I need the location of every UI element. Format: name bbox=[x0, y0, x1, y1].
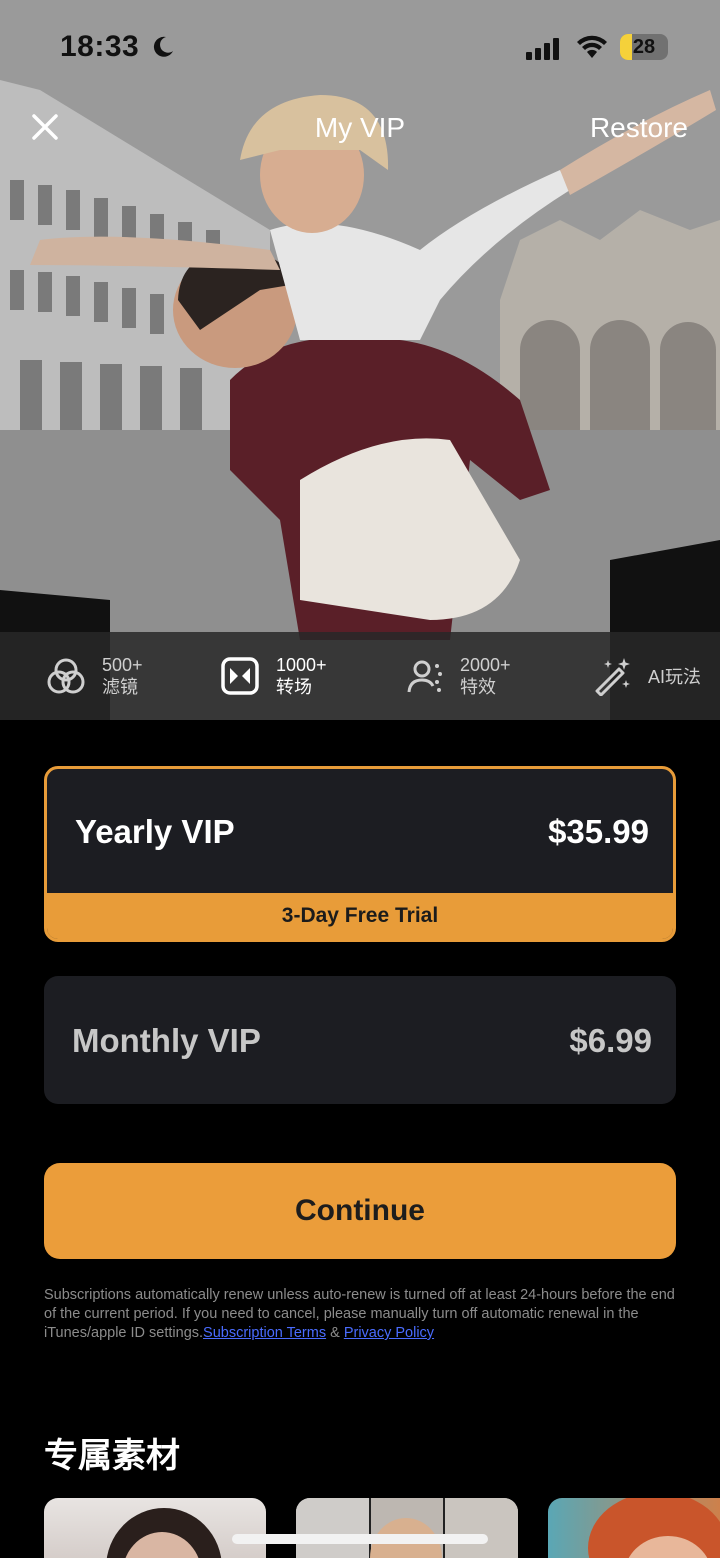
feature-count: 500+ bbox=[102, 655, 143, 675]
monthly-plan-card[interactable]: Monthly VIP $6.99 bbox=[44, 976, 676, 1104]
features-strip: 500+ 滤镜 1000+ 转场 2000+ 特效 AI玩法 bbox=[0, 632, 720, 720]
legal-ampersand: & bbox=[326, 1325, 344, 1341]
feature-label: 滤镜 bbox=[102, 677, 138, 697]
plan-name: Yearly VIP bbox=[75, 813, 235, 850]
yearly-plan-card[interactable]: Yearly VIP $35.99 3-Day Free Trial bbox=[44, 766, 676, 942]
restore-button[interactable]: Restore bbox=[590, 112, 688, 144]
plan-price: $35.99 bbox=[548, 813, 649, 850]
feature-filters: 500+ 滤镜 bbox=[46, 632, 143, 720]
thumbnail-image bbox=[106, 1508, 222, 1558]
feature-label: 转场 bbox=[276, 677, 312, 697]
section-title: 专属素材 bbox=[44, 1437, 180, 1475]
battery-indicator: 28 bbox=[620, 34, 668, 60]
material-thumbnail[interactable] bbox=[548, 1498, 720, 1558]
feature-transitions: 1000+ 转场 bbox=[220, 632, 327, 720]
feature-count: 2000+ bbox=[460, 655, 511, 675]
continue-button[interactable]: Continue bbox=[44, 1163, 676, 1259]
material-thumbnail[interactable] bbox=[296, 1498, 518, 1558]
plan-price: $6.99 bbox=[569, 1022, 652, 1059]
thumbnail-image bbox=[296, 1498, 518, 1558]
feature-count: 1000+ bbox=[276, 655, 327, 675]
feature-ai: AI玩法 bbox=[592, 632, 701, 720]
privacy-policy-link[interactable]: Privacy Policy bbox=[344, 1325, 434, 1341]
material-thumbnail[interactable] bbox=[44, 1498, 266, 1558]
effects-icon bbox=[407, 660, 442, 693]
hero-image: 18:33 28 My VIP Restore 500+ 滤镜 1000+ 转场… bbox=[0, 0, 720, 720]
thumbnail-image bbox=[588, 1498, 720, 1558]
plan-name: Monthly VIP bbox=[72, 1022, 261, 1059]
feature-label: 特效 bbox=[460, 677, 496, 697]
subscription-terms-link[interactable]: Subscription Terms bbox=[203, 1325, 326, 1341]
cellular-signal-icon bbox=[526, 38, 559, 60]
status-bar: 18:33 28 bbox=[0, 0, 720, 96]
nav-bar: My VIP Restore bbox=[0, 100, 720, 160]
battery-level: 28 bbox=[632, 36, 656, 58]
status-time: 18:33 bbox=[60, 30, 140, 63]
feature-effects: 2000+ 特效 bbox=[404, 632, 511, 720]
moon-icon bbox=[153, 36, 173, 57]
transition-icon bbox=[221, 657, 259, 695]
feature-label: AI玩法 bbox=[648, 667, 702, 687]
magic-wand-icon bbox=[595, 658, 630, 696]
filter-icon bbox=[47, 658, 85, 694]
free-trial-badge: 3-Day Free Trial bbox=[47, 893, 673, 939]
subscription-legal-text: Subscriptions automatically renew unless… bbox=[44, 1286, 680, 1343]
home-indicator bbox=[232, 1534, 488, 1544]
wifi-icon bbox=[577, 35, 607, 58]
